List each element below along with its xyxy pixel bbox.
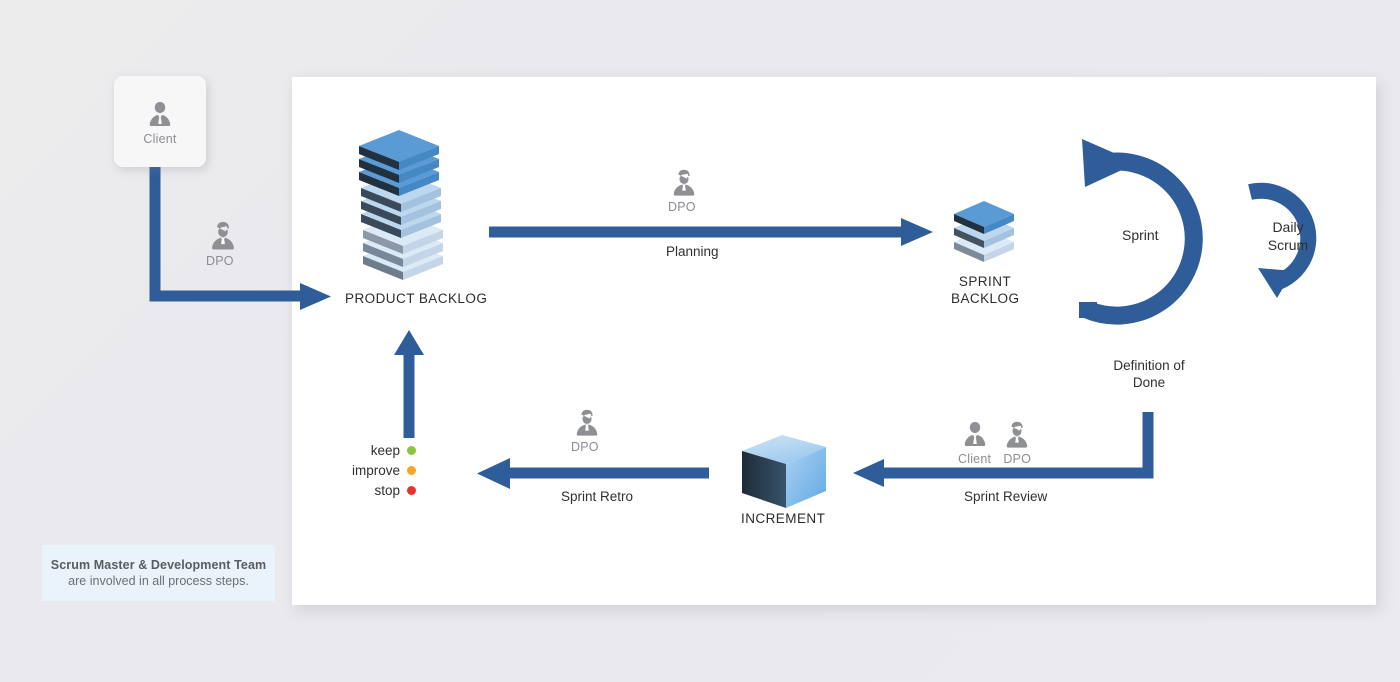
- cycle-label-daily-scrum: Daily Scrum: [1262, 219, 1314, 254]
- role-dpo-label: DPO: [206, 254, 234, 268]
- legend-label-keep: keep: [370, 443, 401, 458]
- sprint-backlog-line2: BACKLOG: [951, 290, 1020, 306]
- role-dpo-planning: DPO: [668, 166, 700, 216]
- legend-label-stop: stop: [374, 483, 401, 498]
- flow-label-sprint-retro: Sprint Retro: [561, 489, 634, 504]
- role-review-client: Client: [958, 418, 991, 466]
- legend-item-keep: keep: [370, 443, 417, 458]
- client-card-label: Client: [143, 131, 177, 146]
- diagram-canvas: [292, 77, 1376, 605]
- person-dpo-icon: [571, 406, 603, 438]
- sprint-backlog-line1: SPRINT: [958, 274, 1012, 289]
- role-dpo-label: DPO: [668, 200, 696, 214]
- role-review-client-label: Client: [958, 452, 992, 466]
- legend-dot-stop: [407, 486, 417, 495]
- daily-scrum-line1: Daily: [1272, 219, 1304, 235]
- cycle-label-sprint: Sprint: [1122, 227, 1159, 243]
- client-card[interactable]: Client: [114, 76, 206, 167]
- role-review-dpo: DPO: [1001, 418, 1033, 466]
- role-dpo-retro: DPO: [571, 406, 603, 456]
- person-client-icon: [964, 422, 985, 446]
- legend-label-improve: improve: [352, 463, 401, 478]
- artifact-label-increment: INCREMENT: [741, 511, 826, 526]
- footnote-line1: Scrum Master & Development Team: [50, 558, 267, 572]
- scrum-process-diagram: Client DPO DPO DPO Client DPO Planning S…: [0, 0, 1400, 682]
- definition-of-done-line1: Definition of: [1113, 358, 1185, 373]
- footnote-line2: are involved in all process steps.: [68, 574, 249, 588]
- flow-label-sprint-review: Sprint Review: [964, 489, 1048, 504]
- role-review-dpo-label: DPO: [1003, 452, 1032, 466]
- legend-dot-keep: [407, 446, 417, 455]
- definition-of-done-line2: Done: [1132, 374, 1166, 390]
- flow-label-planning: Planning: [666, 244, 719, 259]
- person-dpo-icon: [206, 218, 240, 252]
- footnote-box: Scrum Master & Development Team are invo…: [42, 545, 275, 601]
- artifact-label-sprint-backlog: SPRINT BACKLOG: [951, 274, 1019, 308]
- role-dpo-product-backlog: DPO: [206, 218, 240, 270]
- legend-item-improve: improve: [352, 463, 417, 478]
- artifact-label-product-backlog: PRODUCT BACKLOG: [345, 291, 488, 306]
- daily-scrum-line2: Scrum: [1267, 236, 1309, 253]
- role-dpo-label: DPO: [571, 440, 599, 454]
- person-dpo-icon: [1006, 421, 1028, 448]
- retro-legend: keep improve stop: [352, 443, 417, 498]
- person-client-icon: [144, 98, 176, 130]
- legend-dot-improve: [407, 466, 417, 475]
- legend-item-stop: stop: [374, 483, 417, 498]
- cycle-label-definition-of-done: Definition of Done: [1097, 358, 1201, 392]
- person-dpo-icon: [668, 166, 700, 198]
- role-group-sprint-review: Client DPO: [958, 418, 1033, 466]
